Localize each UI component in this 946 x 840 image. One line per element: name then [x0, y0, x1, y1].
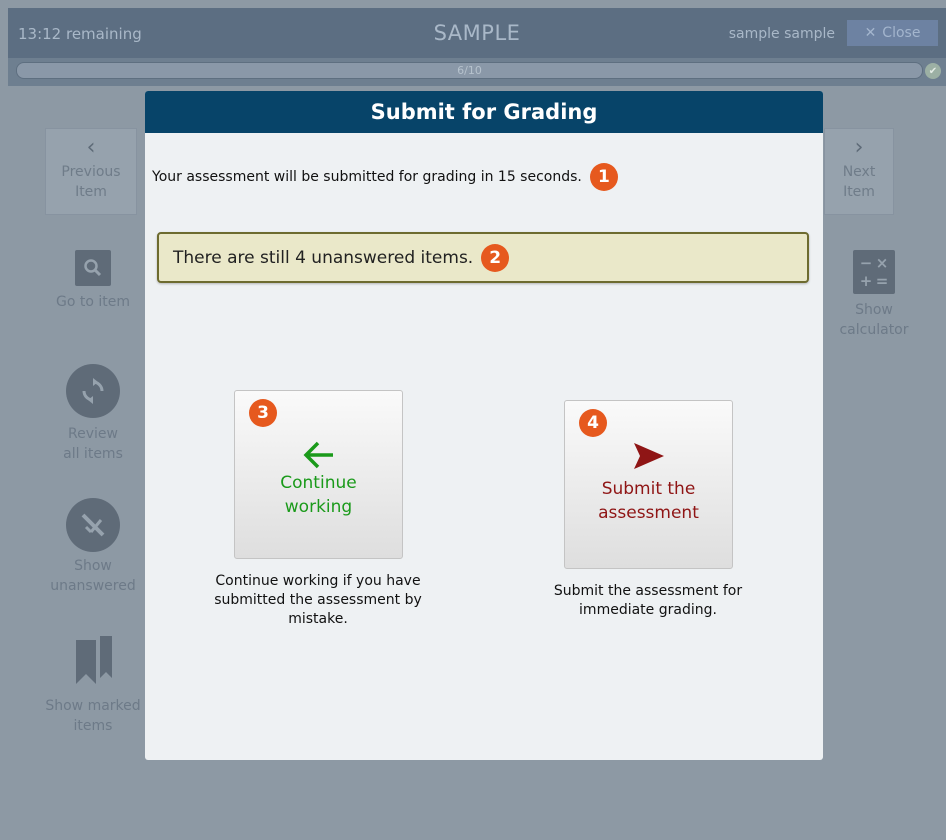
callout-badge-3: 3	[249, 399, 277, 427]
continue-label-line2: working	[284, 497, 353, 517]
progress-label: 6/10	[457, 64, 482, 77]
check-icon: ✔	[925, 63, 941, 79]
countdown-message: Your assessment will be submitted for gr…	[152, 163, 618, 191]
send-icon	[633, 443, 664, 469]
submit-assessment-button[interactable]: 4 Submit the assessment	[564, 400, 733, 569]
next-item-button[interactable]: › Next Item	[824, 128, 894, 215]
close-label: Close	[882, 25, 921, 41]
next-item-label: Next Item	[842, 164, 876, 200]
continue-label-line1: Continue	[280, 473, 357, 493]
progress-bar: 6/10	[16, 62, 923, 79]
unanswered-warning: There are still 4 unanswered items. 2	[157, 232, 809, 283]
submit-modal: Submit for Grading Your assessment will …	[145, 91, 823, 760]
countdown-text: Your assessment will be submitted for gr…	[152, 169, 582, 185]
user-name: sample sample	[728, 26, 835, 42]
go-to-item-button[interactable]: Go to item	[48, 250, 138, 312]
continue-description: Continue working if you have submitted t…	[214, 573, 422, 627]
show-unanswered-label: Show unanswered	[50, 558, 136, 594]
previous-item-button[interactable]: ‹ Previous Item	[45, 128, 137, 215]
bookmark-icon	[68, 634, 118, 690]
submit-description: Submit the assessment for immediate grad…	[553, 583, 743, 618]
callout-badge-4: 4	[579, 409, 607, 437]
previous-item-label: Previous Item	[61, 164, 121, 200]
review-all-items-button[interactable]: Review all items	[48, 364, 138, 464]
chevron-left-icon: ‹	[86, 135, 96, 160]
continue-working-button[interactable]: 3 Continue working	[234, 390, 403, 559]
show-marked-label: Show marked items	[45, 698, 141, 734]
show-calculator-label: Show calculator	[839, 302, 909, 338]
refresh-icon	[66, 364, 120, 418]
review-all-label: Review all items	[63, 426, 123, 462]
callout-badge-1: 1	[589, 163, 618, 191]
close-icon: ✕	[864, 25, 877, 41]
search-icon	[75, 250, 111, 286]
modal-title: Submit for Grading	[145, 91, 823, 133]
hidden-icon	[66, 498, 120, 552]
show-unanswered-button[interactable]: Show unanswered	[44, 498, 142, 596]
chevron-right-icon: ›	[854, 135, 864, 160]
progress-area: 6/10 ✔	[8, 58, 946, 86]
close-button[interactable]: ✕ Close	[847, 20, 938, 46]
show-calculator-button[interactable]: − × + = Show calculator	[834, 250, 914, 340]
unanswered-warning-text: There are still 4 unanswered items.	[173, 247, 474, 268]
callout-badge-2: 2	[481, 243, 510, 272]
submit-label-line2: assessment	[598, 503, 699, 523]
submit-label-line1: Submit the	[601, 479, 696, 499]
arrow-left-icon	[303, 441, 333, 469]
show-marked-items-button[interactable]: Show marked items	[42, 634, 144, 736]
go-to-item-label: Go to item	[56, 294, 130, 310]
calculator-icon: − × + =	[853, 250, 895, 294]
top-bar: 13:12 remaining SAMPLE sample sample ✕ C…	[8, 8, 946, 58]
